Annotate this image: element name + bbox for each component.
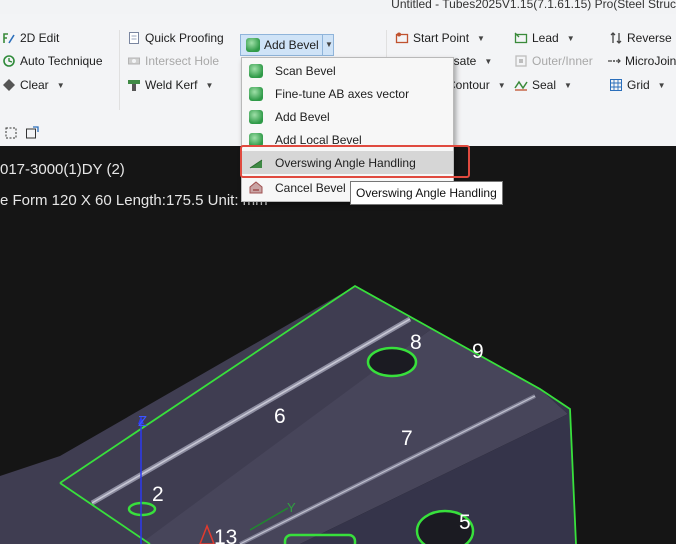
add-bevel-label: Add Bevel xyxy=(264,38,319,52)
2d-edit-icon xyxy=(2,31,16,45)
weld-kerf-icon xyxy=(127,78,141,92)
feature-label-2: 2 xyxy=(152,483,164,506)
chevron-down-icon: ▼ xyxy=(477,33,485,43)
menu-item-scan-bevel[interactable]: Scan Bevel xyxy=(242,59,453,82)
y-axis-label: Y xyxy=(287,500,296,515)
seal-label: Seal xyxy=(532,78,557,92)
quick-proofing-label: Quick Proofing xyxy=(145,31,224,45)
2d-edit-label: 2D Edit xyxy=(20,31,60,45)
seal-icon xyxy=(514,78,528,92)
3d-viewport[interactable]: Z Y 8 9 6 7 2 5 13 017-3000(1)DY (2) e F… xyxy=(0,146,676,544)
2d-edit-button[interactable]: 2D Edit xyxy=(2,28,59,48)
highlight-box xyxy=(240,145,470,178)
contour-button[interactable]: Contour ▼ xyxy=(447,75,506,95)
auto-technique-button[interactable]: Auto Technique xyxy=(2,51,103,71)
menu-item-label: Scan Bevel xyxy=(275,63,336,78)
tooltip: Overswing Angle Handling xyxy=(350,181,503,205)
quick-proofing-button[interactable]: Quick Proofing xyxy=(127,28,224,48)
feature-label-9: 9 xyxy=(472,340,484,363)
part-dimension-text: e Form 120 X 60 Length:175.5 Unit: mm xyxy=(0,192,268,209)
cancel-bevel-icon xyxy=(249,180,263,195)
start-point-icon xyxy=(395,31,409,45)
feature-label-13: 13 xyxy=(214,526,237,544)
chevron-down-icon: ▼ xyxy=(566,33,575,43)
clear-icon xyxy=(2,78,16,92)
lead-label: Lead xyxy=(532,31,559,45)
view-tool-icon[interactable] xyxy=(25,126,39,140)
reverse-label: Reverse xyxy=(627,31,672,45)
reverse-icon xyxy=(609,31,623,45)
select-tool-icon[interactable] xyxy=(4,126,18,140)
auto-technique-icon xyxy=(2,54,16,68)
menu-item-label: Add Bevel xyxy=(275,109,330,124)
grid-button[interactable]: Grid ▼ xyxy=(609,75,666,95)
clear-label: Clear xyxy=(20,78,49,92)
start-point-label: Start Point xyxy=(413,31,470,45)
add-bevel-split-divider xyxy=(322,34,323,56)
outer-inner-label: Outer/Inner xyxy=(532,54,593,68)
chevron-down-icon: ▼ xyxy=(205,80,214,90)
feature-label-7: 7 xyxy=(401,427,413,450)
scan-bevel-icon xyxy=(249,63,263,78)
auto-technique-label: Auto Technique xyxy=(20,54,103,68)
lead-icon xyxy=(514,31,528,45)
ribbon-divider xyxy=(119,30,120,110)
grid-icon xyxy=(609,78,623,92)
chevron-down-icon: ▼ xyxy=(497,80,506,90)
start-point-button[interactable]: Start Point ▼ xyxy=(395,28,485,48)
chevron-down-icon: ▼ xyxy=(484,56,493,66)
z-axis-label: Z xyxy=(138,413,147,430)
chevron-down-icon: ▼ xyxy=(56,80,65,90)
microjoint-button[interactable]: MicroJoint xyxy=(607,51,676,71)
feature-label-8: 8 xyxy=(410,331,422,354)
feature-label-5: 5 xyxy=(459,511,471,534)
chevron-down-icon: ▼ xyxy=(657,80,666,90)
fine-tune-axes-icon xyxy=(249,86,263,101)
document-icon xyxy=(127,31,141,45)
bevel-icon xyxy=(246,38,260,52)
outer-inner-button[interactable]: Outer/Inner xyxy=(514,51,593,71)
reverse-button[interactable]: Reverse xyxy=(609,28,672,48)
menu-item-fine-tune-ab-axes[interactable]: Fine-tune AB axes vector xyxy=(242,82,453,105)
title-bar: Untitled - Tubes2025V1.15(7.1.61.15) Pro… xyxy=(0,0,676,14)
menu-item-label: Cancel Bevel xyxy=(275,180,346,195)
microjoint-label: MicroJoint xyxy=(625,54,676,68)
intersect-hole-label: Intersect Hole xyxy=(145,54,220,68)
seal-button[interactable]: Seal ▼ xyxy=(514,75,572,95)
chevron-down-icon: ▼ xyxy=(564,80,572,90)
lead-button[interactable]: Lead ▼ xyxy=(514,28,575,48)
window-title: Untitled - Tubes2025V1.15(7.1.61.15) Pro… xyxy=(391,0,676,11)
hole-8[interactable] xyxy=(366,346,418,378)
add-bevel-dropdown-arrow-icon[interactable]: ▼ xyxy=(325,40,333,49)
clear-button[interactable]: Clear ▼ xyxy=(2,75,65,95)
grid-label: Grid xyxy=(627,78,650,92)
part-name-text: 017-3000(1)DY (2) xyxy=(0,161,125,178)
intersect-hole-icon xyxy=(127,54,141,68)
outer-inner-icon xyxy=(514,54,528,68)
weld-kerf-button[interactable]: Weld Kerf ▼ xyxy=(127,75,213,95)
intersect-hole-button[interactable]: Intersect Hole xyxy=(127,51,219,71)
feature-label-6: 6 xyxy=(274,405,286,428)
weld-kerf-label: Weld Kerf xyxy=(145,78,198,92)
menu-item-add-bevel[interactable]: Add Bevel xyxy=(242,105,453,128)
microjoint-icon xyxy=(607,54,621,68)
add-bevel-icon xyxy=(249,109,263,124)
add-bevel-button-content[interactable]: Add Bevel xyxy=(246,35,319,55)
menu-item-label: Fine-tune AB axes vector xyxy=(275,86,410,101)
